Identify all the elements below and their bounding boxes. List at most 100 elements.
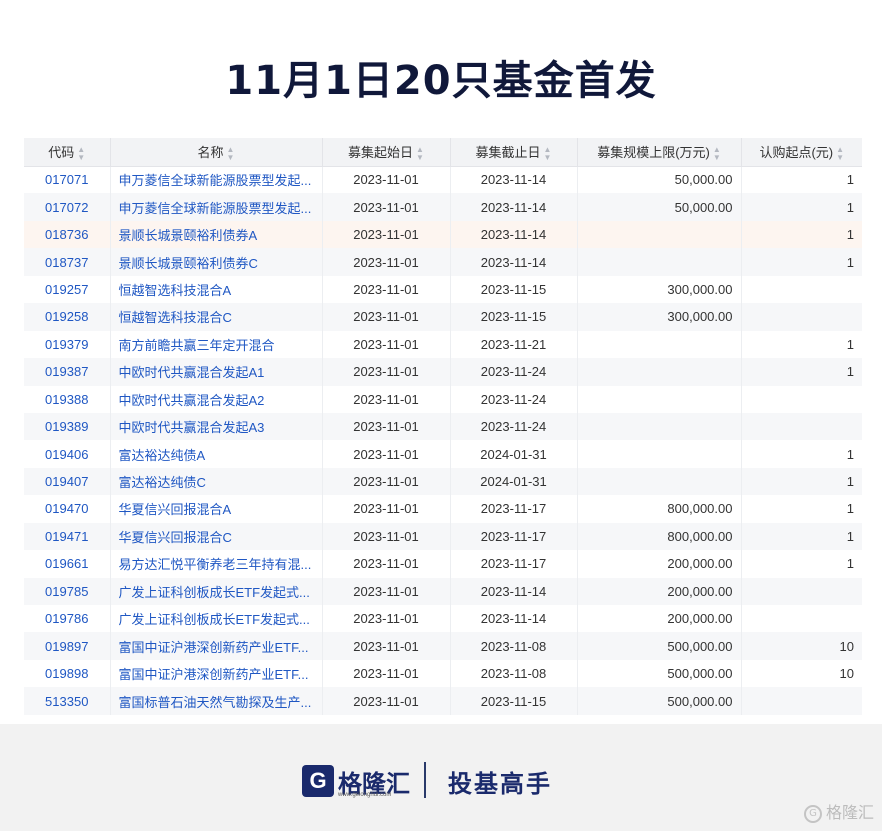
fund-name-link[interactable]: 富国中证沪港深创新药产业ETF... <box>110 632 323 660</box>
table-row[interactable]: 017071 申万菱信全球新能源股票型发起... 2023-11-01 2023-11… <box>24 166 862 194</box>
fund-code-link[interactable]: 019470 <box>24 495 111 523</box>
min-purchase <box>741 386 862 413</box>
fund-name-link[interactable]: 申万菱信全球新能源股票型发起... <box>110 166 323 194</box>
min-purchase: 1 <box>846 556 854 572</box>
column-header-label: 募集截止日 <box>475 144 541 160</box>
table-row[interactable]: 019786 广发上证科创板成长ETF发起式... 2023-11-01 2023-1… <box>24 605 862 633</box>
fund-code-link[interactable]: 017072 <box>24 193 111 221</box>
table-row[interactable]: 019407 富达裕达纯债C 2023-11-01 2024-01-31 1 <box>24 467 862 496</box>
fund-name-link[interactable]: 恒越智选科技混合C <box>110 303 323 331</box>
header-start-date[interactable]: 募集起始日 ▲ ▼ <box>322 138 451 167</box>
size-limit <box>577 220 742 249</box>
fund-name-link[interactable]: 中欧时代共赢混合发起A1 <box>110 358 323 386</box>
fund-name-link[interactable]: 华夏信兴回报混合C <box>110 522 323 551</box>
start-date: 2023-11-01 <box>322 275 451 304</box>
header-end-date[interactable]: 募集截止日 ▲ ▼ <box>450 138 578 167</box>
end-date: 2023-11-15 <box>450 275 578 304</box>
fund-code-link[interactable]: 019785 <box>24 577 111 605</box>
start-date: 2023-11-01 <box>322 605 451 633</box>
table-row[interactable]: 019258 恒越智选科技混合C 2023-11-01 2023-11-15 300,0… <box>24 303 862 331</box>
fund-code-link[interactable]: 019389 <box>24 412 111 441</box>
fund-code-link[interactable]: 017071 <box>24 166 111 194</box>
fund-name-link[interactable]: 易方达汇悦平衡养老三年持有混... <box>110 550 323 578</box>
fund-code-link[interactable]: 019257 <box>24 275 111 304</box>
fund-code-link[interactable]: 018737 <box>24 248 111 276</box>
start-date: 2023-11-01 <box>322 495 451 523</box>
table-row[interactable]: 019661 易方达汇悦平衡养老三年持有混... 2023-11-01 2023-11… <box>24 550 862 578</box>
min-purchase: 10 <box>839 638 854 654</box>
header-min-purchase[interactable]: 认购起点(元) ▲ ▼ <box>741 138 862 167</box>
sort-icon[interactable]: ▲ ▼ <box>227 145 235 162</box>
min-purchase <box>741 303 862 330</box>
fund-name-link[interactable]: 中欧时代共赢混合发起A2 <box>110 385 323 413</box>
fund-code-link[interactable]: 019661 <box>24 550 111 578</box>
min-purchase: 1 <box>846 336 854 352</box>
fund-name-link[interactable]: 富国中证沪港深创新药产业ETF... <box>110 659 323 688</box>
table-row[interactable]: 017072 申万菱信全球新能源股票型发起... 2023-11-01 2023-11… <box>24 193 862 221</box>
fund-code-link[interactable]: 019898 <box>24 659 111 688</box>
start-date: 2023-11-01 <box>322 248 451 276</box>
size-limit: 200,000.00 <box>577 605 742 633</box>
start-date: 2023-11-01 <box>322 687 451 715</box>
table-row[interactable]: 019389 中欧时代共赢混合发起A3 2023-11-01 2023-11-24 <box>24 412 862 441</box>
size-limit: 800,000.00 <box>577 522 742 551</box>
end-date: 2023-11-14 <box>450 166 578 194</box>
sort-icon[interactable]: ▲ ▼ <box>416 145 424 162</box>
fund-name-link[interactable]: 富国标普石油天然气勘探及生产... <box>110 687 323 715</box>
table-row[interactable]: 019257 恒越智选科技混合A 2023-11-01 2023-11-15 300,0… <box>24 275 862 304</box>
min-purchase: 1 <box>846 364 854 380</box>
fund-name-link[interactable]: 景顺长城景颐裕利债券A <box>110 220 323 249</box>
start-date: 2023-11-01 <box>322 577 451 605</box>
table-row[interactable]: 019379 南方前瞻共赢三年定开混合 2023-11-01 2023-11-21 1 <box>24 330 862 359</box>
fund-code-link[interactable]: 019786 <box>24 605 111 633</box>
fund-code-link[interactable]: 019471 <box>24 522 111 551</box>
fund-name-link[interactable]: 恒越智选科技混合A <box>110 275 323 304</box>
table-row[interactable]: 019470 华夏信兴回报混合A 2023-11-01 2023-11-17 800,0… <box>24 495 862 523</box>
end-date: 2023-11-21 <box>450 330 578 359</box>
min-purchase: 1 <box>846 528 854 544</box>
table-row[interactable]: 018737 景顺长城景颐裕利债券C 2023-11-01 2023-11-14 1 <box>24 248 862 276</box>
end-date: 2023-11-14 <box>450 248 578 276</box>
fund-code-link[interactable]: 019897 <box>24 632 111 660</box>
fund-code-link[interactable]: 019379 <box>24 330 111 359</box>
fund-code-link[interactable]: 019407 <box>24 467 111 496</box>
fund-code-link[interactable]: 019406 <box>24 440 111 468</box>
fund-name-link[interactable]: 景顺长城景颐裕利债券C <box>110 248 323 276</box>
fund-code-link[interactable]: 019387 <box>24 358 111 386</box>
table-row[interactable]: 019898 富国中证沪港深创新药产业ETF... 2023-11-01 2023-1… <box>24 659 862 688</box>
fund-code-link[interactable]: 018736 <box>24 220 111 249</box>
table-row[interactable]: 019387 中欧时代共赢混合发起A1 2023-11-01 2023-11-24 1 <box>24 358 862 386</box>
header-code[interactable]: 代码 ▲ ▼ <box>24 138 111 167</box>
fund-name-link[interactable]: 广发上证科创板成长ETF发起式... <box>110 605 323 633</box>
min-purchase <box>741 605 862 632</box>
fund-code-link[interactable]: 513350 <box>24 687 111 715</box>
table-row[interactable]: 019897 富国中证沪港深创新药产业ETF... 2023-11-01 2023-1… <box>24 632 862 660</box>
table-row[interactable]: 019471 华夏信兴回报混合C 2023-11-01 2023-11-17 800,0… <box>24 522 862 551</box>
table-row[interactable]: 513350 富国标普石油天然气勘探及生产... 2023-11-01 2023-11… <box>24 687 862 715</box>
size-limit <box>577 440 742 468</box>
sort-icon[interactable]: ▲ ▼ <box>544 145 552 162</box>
sort-icon[interactable]: ▲ ▼ <box>713 145 721 162</box>
header-size-limit[interactable]: 募集规模上限(万元) ▲ ▼ <box>577 138 742 167</box>
fund-name-link[interactable]: 南方前瞻共赢三年定开混合 <box>110 330 323 359</box>
fund-name-link[interactable]: 富达裕达纯债C <box>110 467 323 496</box>
fund-name-link[interactable]: 中欧时代共赢混合发起A3 <box>110 412 323 441</box>
fund-name-link[interactable]: 广发上证科创板成长ETF发起式... <box>110 577 323 605</box>
sort-icon[interactable]: ▲ ▼ <box>77 145 85 162</box>
fund-name-link[interactable]: 华夏信兴回报混合A <box>110 495 323 523</box>
start-date: 2023-11-01 <box>322 303 451 331</box>
size-limit: 200,000.00 <box>577 577 742 605</box>
start-date: 2023-11-01 <box>322 659 451 688</box>
table-row[interactable]: 019785 广发上证科创板成长ETF发起式... 2023-11-01 2023-1… <box>24 577 862 605</box>
fund-code-link[interactable]: 019388 <box>24 385 111 413</box>
size-limit <box>577 467 742 496</box>
header-name[interactable]: 名称 ▲ ▼ <box>110 138 323 167</box>
min-purchase <box>741 687 862 714</box>
table-row[interactable]: 019388 中欧时代共赢混合发起A2 2023-11-01 2023-11-24 <box>24 385 862 413</box>
table-row[interactable]: 019406 富达裕达纯债A 2023-11-01 2024-01-31 1 <box>24 440 862 468</box>
fund-name-link[interactable]: 富达裕达纯债A <box>110 440 323 468</box>
fund-name-link[interactable]: 申万菱信全球新能源股票型发起... <box>110 193 323 221</box>
fund-code-link[interactable]: 019258 <box>24 303 111 331</box>
sort-icon[interactable]: ▲ ▼ <box>836 145 844 162</box>
table-row[interactable]: 018736 景顺长城景颐裕利债券A 2023-11-01 2023-11-14 1 <box>24 220 862 249</box>
